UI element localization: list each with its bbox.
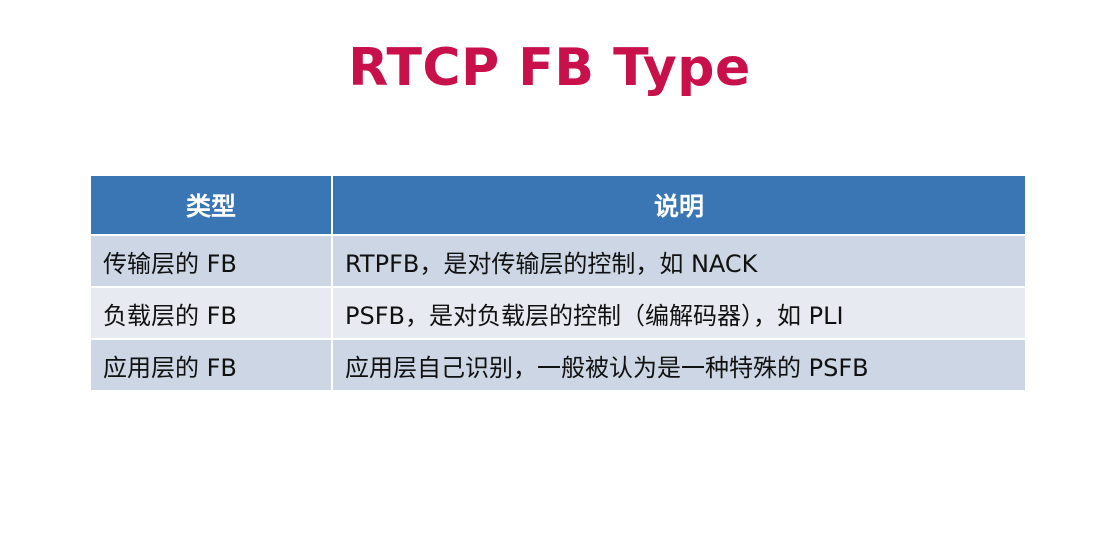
- cell-type: 传输层的 FB: [89, 234, 333, 288]
- cell-description: RTPFB，是对传输层的控制，如 NACK: [331, 234, 1027, 288]
- cell-description: PSFB，是对负载层的控制（编解码器），如 PLI: [331, 286, 1027, 340]
- table-row: 传输层的 FB RTPFB，是对传输层的控制，如 NACK: [89, 234, 1027, 288]
- cell-type: 应用层的 FB: [89, 338, 333, 392]
- header-type: 类型: [89, 174, 333, 236]
- cell-type: 负载层的 FB: [89, 286, 333, 340]
- cell-description: 应用层自己识别，一般被认为是一种特殊的 PSFB: [331, 338, 1027, 392]
- table-row: 负载层的 FB PSFB，是对负载层的控制（编解码器），如 PLI: [89, 286, 1027, 340]
- header-description: 说明: [331, 174, 1027, 236]
- table-row: 应用层的 FB 应用层自己识别，一般被认为是一种特殊的 PSFB: [89, 338, 1027, 392]
- table-header-row: 类型 说明: [89, 174, 1027, 236]
- fb-type-table: 类型 说明 传输层的 FB RTPFB，是对传输层的控制，如 NACK 负载层的…: [89, 174, 1027, 392]
- slide-title: RTCP FB Type: [348, 38, 751, 98]
